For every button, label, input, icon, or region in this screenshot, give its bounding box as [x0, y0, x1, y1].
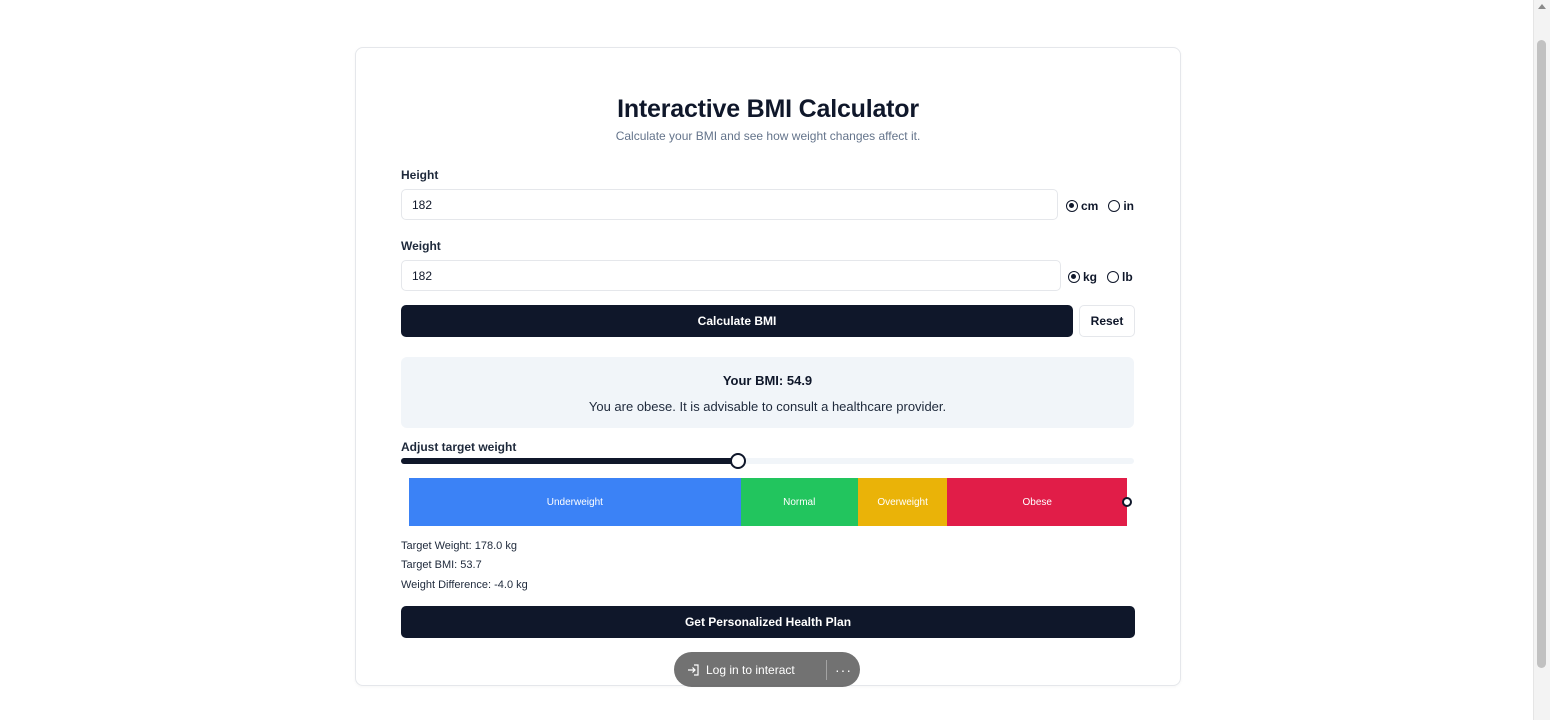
weight-unit-kg[interactable]: kg: [1068, 270, 1097, 284]
weight-unit-group: kg lb: [1068, 270, 1133, 284]
reset-button[interactable]: Reset: [1079, 305, 1135, 337]
bmi-scale-marker: [1122, 497, 1132, 507]
height-label: Height: [401, 168, 439, 182]
height-unit-in[interactable]: in: [1108, 199, 1134, 213]
page: Interactive BMI Calculator Calculate you…: [0, 0, 1550, 720]
target-bmi-text: Target BMI: 53.7: [401, 559, 482, 571]
weight-unit-kg-label: kg: [1083, 270, 1098, 284]
radio-unchecked-icon: [1107, 271, 1120, 283]
slider-fill: [401, 458, 739, 464]
bmi-segment-obese: Obese: [947, 478, 1127, 526]
login-label: Log in to interact: [706, 662, 795, 677]
login-overlay-pill: Log in to interact ···: [674, 652, 860, 687]
radio-checked-icon: [1066, 200, 1078, 212]
segment-label: Overweight: [877, 496, 928, 508]
bmi-scale-bar: Underweight Normal Overweight Obese: [409, 478, 1132, 526]
more-options-button[interactable]: ···: [827, 662, 860, 678]
height-unit-in-label: in: [1123, 199, 1135, 213]
get-health-plan-button[interactable]: Get Personalized Health Plan: [401, 606, 1135, 638]
segment-label: Normal: [783, 496, 816, 508]
page-subtitle: Calculate your BMI and see how weight ch…: [615, 129, 921, 143]
bmi-segment-overweight: Overweight: [857, 478, 948, 526]
bmi-segment-normal: Normal: [740, 478, 858, 526]
weight-label: Weight: [401, 239, 441, 253]
page-title: Interactive BMI Calculator: [617, 95, 919, 123]
bmi-result-box: Your BMI: 54.9 You are obese. It is advi…: [401, 357, 1134, 428]
vertical-scrollbar[interactable]: [1533, 0, 1550, 720]
scroll-up-arrow-icon[interactable]: [1538, 4, 1546, 9]
height-input[interactable]: [401, 189, 1058, 220]
height-unit-group: cm in: [1066, 199, 1134, 213]
weight-difference-text: Weight Difference: -4.0 kg: [401, 579, 528, 591]
bmi-result-message: You are obese. It is advisable to consul…: [588, 399, 947, 414]
bmi-calculator-card: Interactive BMI Calculator Calculate you…: [355, 47, 1181, 686]
segment-label: Underweight: [546, 496, 603, 508]
calculate-bmi-button[interactable]: Calculate BMI: [401, 305, 1073, 337]
weight-input[interactable]: [401, 260, 1061, 291]
sign-in-icon: [688, 663, 699, 676]
radio-checked-icon: [1068, 271, 1080, 283]
height-unit-cm-label: cm: [1081, 199, 1099, 213]
target-weight-label: Adjust target weight: [401, 440, 517, 454]
scrollbar-thumb[interactable]: [1537, 40, 1546, 668]
radio-unchecked-icon: [1108, 200, 1121, 212]
segment-label: Obese: [1022, 496, 1052, 508]
bmi-segment-underweight: Underweight: [409, 478, 741, 526]
bmi-result-value: Your BMI: 54.9: [722, 373, 813, 388]
target-weight-text: Target Weight: 178.0 kg: [401, 540, 517, 552]
target-weight-slider[interactable]: [401, 453, 1134, 469]
weight-unit-lb[interactable]: lb: [1107, 270, 1133, 284]
weight-unit-lb-label: lb: [1122, 270, 1133, 284]
login-button[interactable]: Log in to interact: [674, 663, 826, 677]
slider-thumb[interactable]: [730, 453, 747, 469]
height-unit-cm[interactable]: cm: [1066, 199, 1098, 213]
